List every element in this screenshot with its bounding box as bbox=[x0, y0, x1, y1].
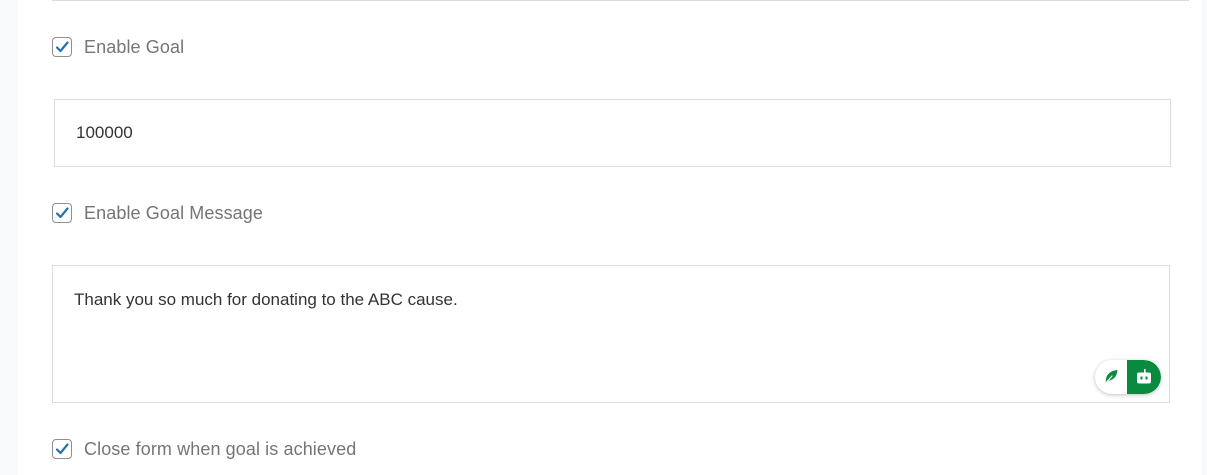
checkmark-icon bbox=[55, 443, 69, 455]
writing-assistant-widget bbox=[1095, 360, 1161, 394]
goal-message-textarea[interactable]: Thank you so much for donating to the AB… bbox=[53, 266, 1169, 402]
writing-assistant-bot-button[interactable] bbox=[1127, 360, 1161, 394]
robot-icon bbox=[1137, 369, 1151, 384]
settings-panel: Enable Goal Enable Goal Message Thank yo… bbox=[18, 0, 1202, 475]
writing-assistant-leaf-button[interactable] bbox=[1095, 360, 1127, 394]
enable-goal-row: Enable Goal bbox=[52, 35, 184, 59]
enable-goal-message-label: Enable Goal Message bbox=[84, 202, 264, 223]
goal-message-field: Thank you so much for donating to the AB… bbox=[52, 265, 1170, 403]
goal-amount-input[interactable] bbox=[54, 99, 1171, 167]
checkmark-icon bbox=[55, 207, 69, 219]
close-form-row: Close form when goal is achieved bbox=[52, 437, 356, 461]
enable-goal-message-row: Enable Goal Message bbox=[52, 201, 263, 225]
checkmark-icon bbox=[55, 41, 69, 53]
enable-goal-message-checkbox[interactable] bbox=[52, 203, 72, 223]
close-form-label: Close form when goal is achieved bbox=[84, 438, 357, 459]
close-form-checkbox[interactable] bbox=[52, 439, 72, 459]
enable-goal-checkbox[interactable] bbox=[52, 37, 72, 57]
enable-goal-label: Enable Goal bbox=[84, 36, 185, 57]
leaf-icon bbox=[1104, 370, 1118, 385]
top-divider bbox=[52, 0, 1189, 1]
